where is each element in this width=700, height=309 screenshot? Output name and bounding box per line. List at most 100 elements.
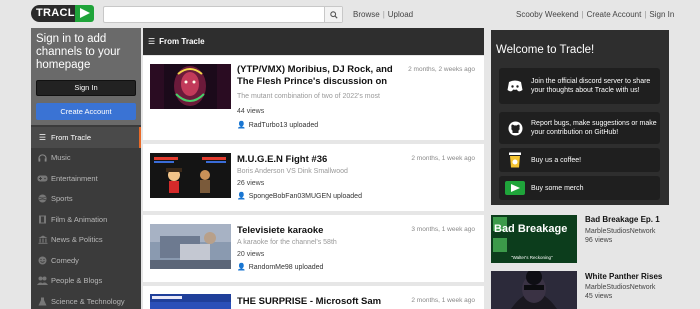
create-account-button[interactable]: Create Account <box>36 103 136 120</box>
sidebar-item-film[interactable]: Film & Animation <box>31 209 141 230</box>
video-thumbnail[interactable] <box>150 153 231 198</box>
video-date: 2 months, 1 week ago <box>411 155 475 162</box>
signin-title: Sign in to add channels to your homepage <box>36 33 121 71</box>
top-nav-left: Browse | Upload <box>353 10 413 19</box>
video-card[interactable]: M.U.G.E.N Fight #36 2 months, 1 week ago… <box>143 144 484 211</box>
video-date: 3 months, 1 week ago <box>411 226 475 233</box>
video-date: 2 months, 1 week ago <box>411 297 475 304</box>
github-button[interactable]: Report bugs, make suggestions or make yo… <box>499 112 660 144</box>
video-title[interactable]: THE SURPRISE - Microsoft Sam <box>237 296 381 308</box>
video-date: 2 months, 2 weeks ago <box>408 66 475 73</box>
gamepad-icon <box>37 174 48 183</box>
user-icon: 👤 <box>237 264 246 271</box>
sidebar-item-label: Comedy <box>51 255 79 265</box>
flask-icon <box>37 297 48 306</box>
bank-icon <box>37 235 48 245</box>
sidebar-item-label: From Tracle <box>51 132 92 142</box>
browse-link[interactable]: Browse <box>353 10 380 19</box>
sidebar-item-news[interactable]: News & Politics <box>31 230 141 251</box>
create-account-link[interactable]: Create Account <box>587 10 642 19</box>
tracle-logo[interactable]: TRACLE <box>31 5 94 22</box>
category-nav: ☰ From Tracle Music Entertainment Sports … <box>31 127 141 309</box>
video-thumbnail[interactable] <box>150 294 231 309</box>
top-nav-right: Scooby Weekend | Create Account | Sign In <box>516 10 674 19</box>
signin-panel: Sign in to add channels to your homepage… <box>31 28 141 125</box>
sidebar-item-label: Entertainment <box>51 173 98 183</box>
video-title[interactable]: (YTP/VMX) Moribius, DJ Rock, and The Fle… <box>237 64 407 88</box>
side-video[interactable]: White Panther Rises MarbleStudiosNetwork… <box>491 271 669 309</box>
sidebar: Sign in to add channels to your homepage… <box>31 28 141 309</box>
coffee-button[interactable]: Buy us a coffee! <box>499 148 660 172</box>
coffee-button-text: Buy us a coffee! <box>531 156 582 164</box>
sign-in-button[interactable]: Sign In <box>36 80 136 96</box>
side-video-views: 45 views <box>585 293 613 300</box>
video-uploader[interactable]: 👤 RadTurbo13 uploaded <box>237 121 319 130</box>
sidebar-item-from-tracle[interactable]: ☰ From Tracle <box>31 127 141 148</box>
discord-button-text: Join the official discord server to shar… <box>531 78 651 94</box>
video-card[interactable]: (YTP/VMX) Moribius, DJ Rock, and The Fle… <box>143 56 484 140</box>
smile-icon <box>37 256 48 265</box>
side-video-title[interactable]: White Panther Rises <box>585 272 662 281</box>
video-title[interactable]: Televisiete karaoke <box>237 225 323 237</box>
headphones-icon <box>37 153 48 162</box>
merch-button-text: Buy some merch <box>531 184 584 192</box>
video-card[interactable]: Televisiete karaoke 3 months, 1 week ago… <box>143 215 484 282</box>
play-icon <box>75 5 94 22</box>
video-card[interactable]: THE SURPRISE - Microsoft Sam 2 months, 1… <box>143 286 484 309</box>
video-views: 26 views <box>237 180 265 187</box>
uploader-name: RadTurbo13 uploaded <box>248 121 319 129</box>
side-video[interactable]: Bad Breakage "Walter's Reckoning" Bad Br… <box>491 215 669 265</box>
ball-icon <box>37 194 48 203</box>
side-video-thumbnail-subtitle: "Walter's Reckoning" <box>511 255 553 260</box>
sign-in-link[interactable]: Sign In <box>649 10 674 19</box>
sidebar-item-label: Film & Animation <box>51 214 108 224</box>
video-thumbnail[interactable] <box>150 64 231 109</box>
sidebar-item-comedy[interactable]: Comedy <box>31 250 141 271</box>
github-icon <box>505 118 525 138</box>
sidebar-item-music[interactable]: Music <box>31 148 141 169</box>
divider: | <box>581 10 584 19</box>
sidebar-item-label: Music <box>51 153 71 163</box>
merch-button[interactable]: Buy some merch <box>499 176 660 200</box>
section-header: ☰ From Tracle <box>143 28 484 55</box>
side-video-channel[interactable]: MarbleStudiosNetwork <box>585 228 655 235</box>
side-video-channel[interactable]: MarbleStudiosNetwork <box>585 284 655 291</box>
sidebar-item-entertainment[interactable]: Entertainment <box>31 168 141 189</box>
video-views: 20 views <box>237 251 265 258</box>
search-input[interactable] <box>104 7 324 22</box>
sidebar-item-label: News & Politics <box>51 235 103 245</box>
video-views: 44 views <box>237 108 265 115</box>
divider: | <box>382 10 385 19</box>
list-icon: ☰ <box>148 37 156 46</box>
side-video-views: 96 views <box>585 237 613 244</box>
list-icon: ☰ <box>38 132 47 142</box>
side-video-thumbnail[interactable] <box>491 271 577 309</box>
video-uploader[interactable]: 👤 SpongeBobFan03MUGEN uploaded <box>237 192 362 201</box>
video-description: Boris Anderson VS Dink Smallwood <box>237 168 348 175</box>
section-title: From Tracle <box>159 37 205 46</box>
people-icon <box>37 276 48 286</box>
uploader-name: RandomMe98 uploaded <box>248 263 324 271</box>
side-video-title[interactable]: Bad Breakage Ep. 1 <box>585 215 660 224</box>
video-uploader[interactable]: 👤 RandomMe98 uploaded <box>237 263 324 272</box>
user-icon: 👤 <box>237 122 246 129</box>
sidebar-item-sports[interactable]: Sports <box>31 189 141 210</box>
search-icon <box>329 10 338 19</box>
user-name-link[interactable]: Scooby Weekend <box>516 10 579 19</box>
side-video-thumbnail[interactable]: Bad Breakage "Walter's Reckoning" <box>491 215 577 263</box>
search-box <box>103 6 343 23</box>
coffee-icon <box>505 150 525 170</box>
video-thumbnail[interactable] <box>150 224 231 269</box>
sidebar-item-label: Science & Technology <box>51 296 125 306</box>
search-button[interactable] <box>324 7 342 22</box>
sidebar-item-people[interactable]: People & Blogs <box>31 271 141 292</box>
sidebar-item-science[interactable]: Science & Technology <box>31 291 141 309</box>
sidebar-item-label: People & Blogs <box>51 276 103 286</box>
logo-text: TRACLE <box>31 5 82 22</box>
video-title[interactable]: M.U.G.E.N Fight #36 <box>237 154 327 166</box>
upload-link[interactable]: Upload <box>388 10 413 19</box>
discord-button[interactable]: Join the official discord server to shar… <box>499 68 660 104</box>
github-button-text: Report bugs, make suggestions or make yo… <box>531 120 657 136</box>
welcome-title: Welcome to Tracle! <box>496 44 595 56</box>
tracle-merch-icon <box>505 178 525 198</box>
